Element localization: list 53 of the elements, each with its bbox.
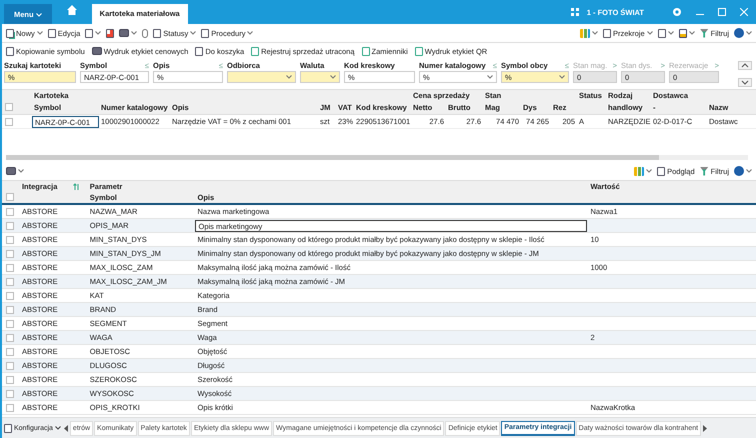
caret-icon[interactable] (330, 75, 336, 79)
row-checkbox[interactable] (6, 278, 14, 286)
sort-icon[interactable] (72, 182, 80, 190)
row-checkbox[interactable] (6, 306, 14, 314)
scrollbar-thumb[interactable] (6, 155, 659, 160)
row-checkbox[interactable] (6, 208, 14, 216)
caret-icon[interactable] (18, 169, 24, 173)
caret-icon[interactable] (688, 31, 695, 35)
row-checkbox[interactable] (6, 222, 14, 230)
help-icon[interactable] (734, 26, 744, 40)
caret-icon[interactable] (559, 75, 565, 79)
row-checkbox[interactable] (6, 264, 14, 272)
home-icon[interactable] (66, 4, 78, 16)
row-checkbox[interactable] (6, 348, 14, 356)
caret-icon[interactable] (36, 31, 43, 35)
filter-field[interactable] (300, 71, 340, 83)
caret-icon[interactable] (646, 169, 652, 173)
caret-icon[interactable] (247, 31, 254, 35)
chevron-up-icon[interactable] (738, 61, 752, 70)
row-checkbox[interactable] (6, 404, 14, 412)
caret-icon[interactable] (646, 31, 653, 35)
maximize-icon[interactable] (718, 8, 726, 16)
caret-icon[interactable] (746, 31, 752, 35)
caret-icon[interactable] (746, 169, 752, 173)
row-checkbox[interactable] (5, 118, 13, 126)
chevron-down-icon[interactable] (738, 78, 752, 87)
delete-document-icon[interactable] (106, 26, 114, 40)
close-icon[interactable] (740, 8, 748, 16)
row-checkbox[interactable] (6, 320, 14, 328)
bar-chart-icon[interactable] (580, 26, 590, 40)
caret-icon[interactable] (95, 31, 102, 35)
caret-icon[interactable] (487, 75, 493, 79)
caret-icon[interactable] (592, 31, 598, 35)
row-checkbox[interactable] (6, 334, 14, 342)
filter-field[interactable] (227, 71, 296, 83)
caret-icon[interactable] (668, 31, 674, 35)
row-checkbox[interactable] (6, 362, 14, 370)
row-checkbox[interactable] (6, 292, 14, 300)
select-all-checkbox[interactable] (6, 193, 14, 201)
caret-icon[interactable] (190, 31, 196, 35)
help-icon[interactable] (734, 164, 744, 178)
row-checkbox[interactable] (6, 250, 14, 258)
report-icon[interactable] (678, 26, 687, 40)
caret-icon[interactable] (286, 75, 292, 79)
caret-icon[interactable] (54, 426, 61, 430)
gear-icon[interactable] (672, 7, 682, 17)
caret-icon[interactable] (131, 31, 138, 35)
bar-chart-icon[interactable] (634, 164, 644, 178)
row-checkbox[interactable] (6, 376, 14, 384)
grid-icon (570, 8, 579, 16)
row-checkbox[interactable] (6, 390, 14, 398)
select-all-checkbox[interactable] (5, 103, 13, 111)
row-checkbox[interactable] (6, 236, 14, 244)
